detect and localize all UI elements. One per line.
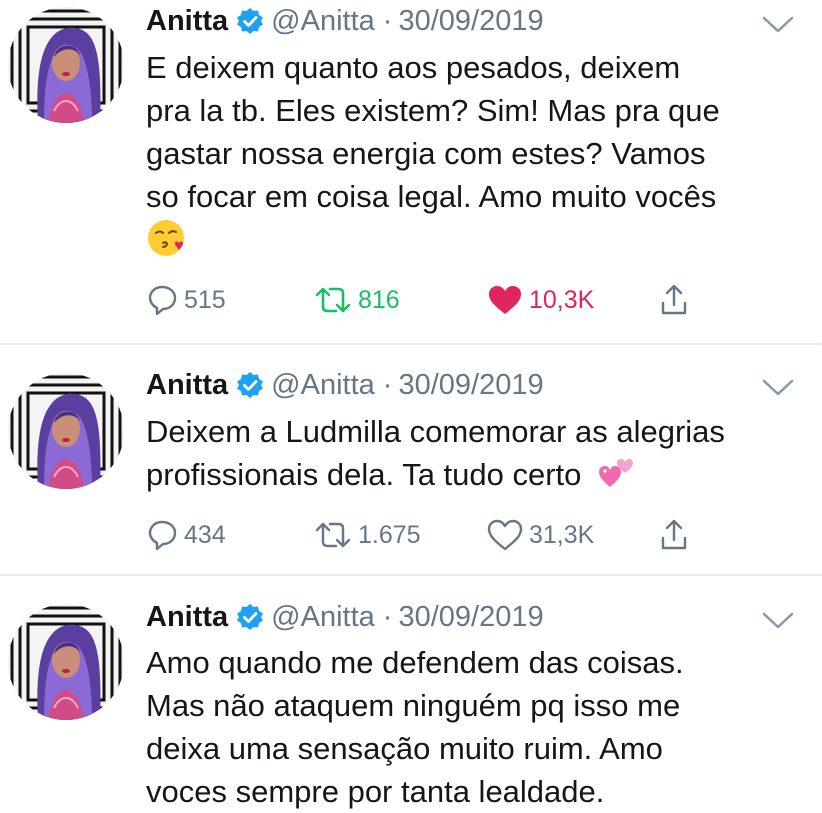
display-name[interactable]: Anitta	[146, 367, 228, 403]
verified-icon	[237, 604, 264, 630]
tweet-date[interactable]: 30/09/2019	[398, 367, 543, 403]
retweet-count: 816	[358, 285, 400, 314]
retweet-icon	[315, 522, 351, 548]
dot-separator: ·	[382, 5, 393, 37]
tweet[interactable]: Anitta @Anitta · 30/09/2019 Amo quando m…	[0, 576, 822, 813]
chevron-down-icon[interactable]	[760, 14, 796, 36]
reply-count: 515	[184, 285, 226, 314]
like-count: 10,3K	[529, 285, 595, 314]
tweet-text: Amo quando me defendem das coisas. Mas n…	[146, 641, 806, 813]
tweet-actions: 434 1.675 31,3K	[148, 517, 708, 553]
reply-icon	[148, 285, 177, 316]
avatar[interactable]	[8, 373, 124, 489]
tweet-line: deixa uma sensação muito ruim. Amo	[146, 731, 663, 766]
heart-filled-icon	[489, 286, 521, 314]
like-button[interactable]: 31,3K	[487, 517, 594, 553]
retweet-button[interactable]: 1.675	[314, 517, 421, 553]
reply-count: 434	[184, 520, 226, 549]
tweet-header: Anitta @Anitta · 30/09/2019	[146, 3, 544, 39]
tweet-text: E deixem quanto aos pesados, deixem pra …	[146, 46, 806, 261]
share-button[interactable]	[660, 517, 688, 553]
tweet[interactable]: Anitta @Anitta · 30/09/2019 E deixem qua…	[0, 0, 822, 343]
share-icon	[661, 519, 687, 550]
dot-separator: ·	[382, 601, 393, 633]
tweet-text: Deixem a Ludmilla comemorar as alegrias …	[146, 410, 806, 496]
like-button[interactable]: 10,3K	[487, 282, 594, 318]
tweet-line: E deixem quanto aos pesados, deixem	[146, 50, 681, 85]
tweet-line: so focar em coisa legal. Amo muito vocês	[146, 179, 717, 214]
tweet-line: pra la tb. Eles existem? Sim! Mas pra qu…	[146, 93, 720, 128]
avatar[interactable]	[8, 604, 124, 720]
reply-icon	[148, 520, 177, 551]
retweet-button[interactable]: 816	[314, 282, 400, 318]
display-name[interactable]: Anitta	[146, 3, 228, 39]
display-name[interactable]: Anitta	[146, 599, 228, 635]
tweet-header: Anitta @Anitta · 30/09/2019	[146, 599, 544, 635]
tweet-date[interactable]: 30/09/2019	[398, 599, 543, 635]
tweet-header: Anitta @Anitta · 30/09/2019	[146, 367, 544, 403]
reply-button[interactable]: 515	[148, 282, 226, 318]
share-button[interactable]	[660, 282, 688, 318]
reply-button[interactable]: 434	[148, 517, 226, 553]
heart-icon	[487, 519, 523, 551]
tweet-line: Amo quando me defendem das coisas.	[146, 645, 684, 680]
verified-icon	[237, 372, 264, 398]
verified-icon	[237, 8, 264, 34]
user-handle[interactable]: @Anitta	[271, 3, 375, 39]
avatar[interactable]	[8, 7, 124, 123]
retweet-icon	[315, 287, 351, 313]
face-blowing-kiss-icon	[148, 220, 184, 256]
dot-separator: ·	[382, 369, 393, 401]
tweet-line: profissionais dela. Ta tudo certo	[146, 457, 582, 492]
like-count: 31,3K	[529, 520, 595, 549]
retweet-count: 1.675	[358, 520, 421, 549]
user-handle[interactable]: @Anitta	[271, 599, 375, 635]
share-icon	[661, 284, 687, 315]
tweet-date[interactable]: 30/09/2019	[398, 3, 543, 39]
chevron-down-icon[interactable]	[760, 610, 796, 632]
tweet[interactable]: Anitta @Anitta · 30/09/2019 Deixem a Lud…	[0, 345, 822, 574]
user-handle[interactable]: @Anitta	[271, 367, 375, 403]
tweet-actions: 515 816 10,3K	[148, 282, 708, 318]
chevron-down-icon[interactable]	[760, 377, 796, 399]
tweet-line: Mas não ataquem ninguém pq isso me	[146, 688, 681, 723]
tweet-line: gastar nossa energia com estes? Vamos	[146, 136, 706, 171]
two-hearts-icon	[599, 459, 634, 487]
tweet-line: voces sempre por tanta lealdade.	[146, 774, 605, 809]
tweet-line: Deixem a Ludmilla comemorar as alegrias	[146, 414, 725, 449]
